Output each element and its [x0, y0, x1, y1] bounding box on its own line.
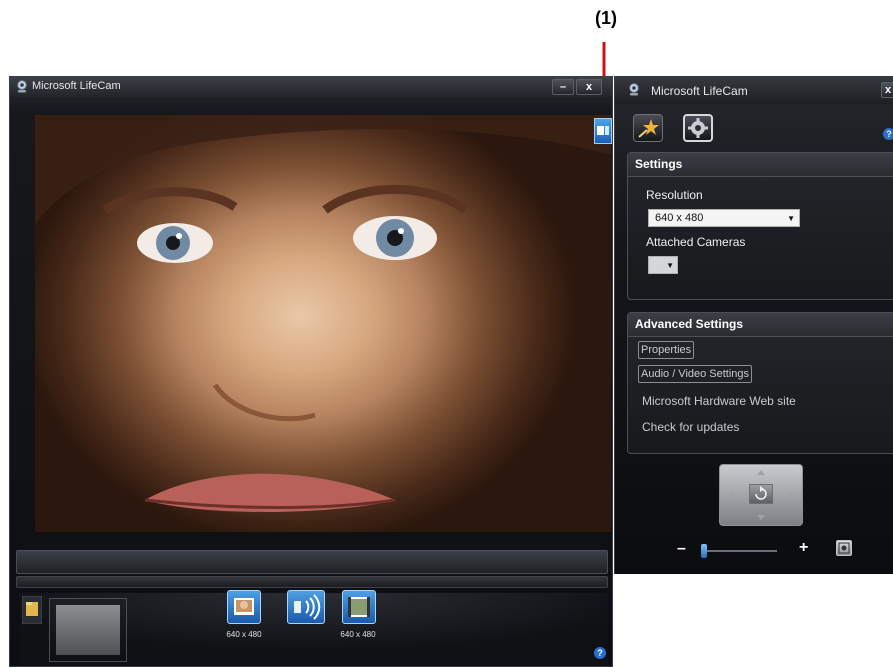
folder-icon[interactable]	[22, 596, 42, 624]
resolution-dropdown[interactable]: 640 x 480 ▼	[648, 209, 800, 227]
preview-footer-bar	[16, 576, 608, 588]
settings-titlebar: Microsoft LifeCam x	[615, 76, 893, 104]
face-tracking-button[interactable]	[836, 540, 852, 556]
star-wand-icon	[638, 119, 659, 138]
attached-cameras-label: Attached Cameras	[646, 235, 746, 249]
effects-mode-button[interactable]	[633, 114, 663, 142]
lifecam-settings-panel: Microsoft LifeCam x ? Settings Resolutio…	[614, 76, 893, 574]
advanced-settings-section: Advanced Settings Properties Audio / Vid…	[627, 312, 893, 454]
annotation-label: (1)	[595, 8, 617, 28]
webcam-icon	[17, 80, 27, 93]
audio-video-settings-button[interactable]: Audio / Video Settings	[638, 365, 753, 383]
toggle-settings-panel-button[interactable]	[594, 118, 612, 144]
resolution-label: Resolution	[646, 188, 703, 202]
gallery-thumbnail[interactable]	[49, 598, 127, 662]
settings-window-title: Microsoft LifeCam	[651, 84, 748, 98]
record-video-button[interactable]	[342, 590, 376, 624]
settings-help-button[interactable]: ?	[883, 128, 893, 140]
video-icon	[348, 597, 370, 617]
hardware-website-link[interactable]: Microsoft Hardware Web site	[642, 394, 796, 408]
photo-icon	[234, 598, 254, 615]
main-titlebar: Microsoft LifeCam – x	[10, 77, 612, 97]
reset-icon	[755, 486, 767, 500]
photo-resolution-caption: 640 x 480	[226, 630, 262, 639]
zoom-in-button[interactable]: +	[799, 539, 808, 557]
settings-section: Settings Resolution 640 x 480 ▼ Attached…	[627, 152, 893, 300]
preview-status-bar	[16, 550, 608, 574]
close-button[interactable]: x	[576, 79, 602, 95]
minimize-button[interactable]: –	[552, 79, 574, 95]
help-button[interactable]: ?	[594, 647, 606, 659]
lifecam-main-window: Microsoft LifeCam – x 640 x 480 640 x 48…	[9, 76, 613, 667]
properties-button[interactable]: Properties	[638, 341, 695, 359]
chevron-down-icon: ▼	[666, 261, 674, 270]
preview-image	[35, 115, 611, 513]
check-updates-link[interactable]: Check for updates	[642, 420, 739, 434]
record-audio-video-icon	[294, 594, 321, 620]
zoom-slider-track[interactable]	[705, 550, 777, 552]
attached-cameras-dropdown[interactable]: ▼	[648, 256, 678, 274]
zoom-slider-handle[interactable]	[701, 544, 707, 558]
record-audio-video-button[interactable]	[287, 590, 325, 624]
video-resolution-caption: 640 x 480	[340, 630, 376, 639]
thumbnail-preview	[56, 605, 120, 655]
center-reset-button[interactable]	[749, 484, 773, 504]
gear-icon	[688, 118, 708, 138]
settings-section-header: Settings	[628, 153, 893, 177]
zoom-out-button[interactable]: –	[677, 540, 686, 558]
main-window-title: Microsoft LifeCam	[32, 80, 121, 92]
camera-preview	[35, 115, 611, 532]
chevron-down-icon: ▼	[787, 214, 795, 223]
settings-close-button[interactable]: x	[881, 82, 893, 98]
webcam-icon	[629, 83, 639, 96]
pan-tilt-pad[interactable]	[719, 464, 803, 526]
face-tracking-icon	[838, 542, 850, 554]
advanced-settings-header: Advanced Settings	[628, 313, 893, 337]
panel-toggle-icon	[597, 126, 609, 135]
resolution-value: 640 x 480	[655, 212, 704, 224]
settings-mode-button[interactable]	[683, 114, 713, 142]
take-photo-button[interactable]	[227, 590, 261, 624]
